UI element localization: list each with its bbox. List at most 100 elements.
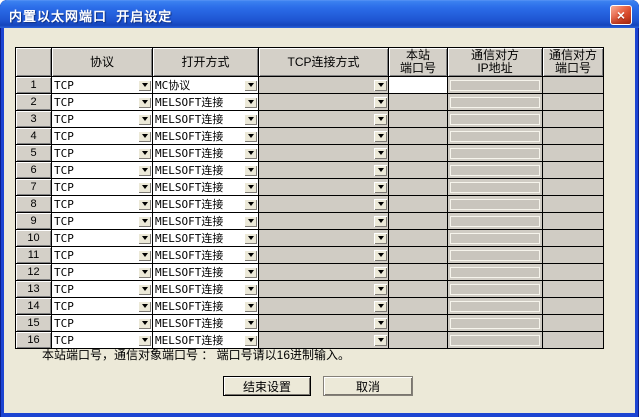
open-method-dropdown-arrow-button[interactable]: [244, 216, 257, 227]
row-number[interactable]: 7: [16, 179, 52, 196]
tcp-connection-dropdown[interactable]: [259, 315, 388, 331]
open-method-dropdown-arrow-button[interactable]: [244, 97, 257, 108]
row-number[interactable]: 14: [16, 298, 52, 315]
protocol-dropdown[interactable]: TCP: [52, 128, 152, 144]
protocol-dropdown-arrow-button[interactable]: [138, 335, 151, 346]
tcp-connection-dropdown[interactable]: [259, 230, 388, 246]
open-method-dropdown-arrow-button[interactable]: [244, 165, 257, 176]
protocol-dropdown[interactable]: TCP: [52, 230, 152, 246]
open-method-dropdown[interactable]: MELSOFT连接: [153, 264, 258, 280]
tcp-connection-dropdown[interactable]: [259, 247, 388, 263]
local-port-field[interactable]: [389, 77, 448, 94]
open-method-dropdown[interactable]: MELSOFT连接: [153, 298, 258, 314]
tcp-connection-dropdown-arrow-button[interactable]: [374, 267, 387, 278]
protocol-dropdown[interactable]: TCP: [52, 315, 152, 331]
protocol-dropdown-arrow-button[interactable]: [138, 233, 151, 244]
tcp-connection-dropdown[interactable]: [259, 264, 388, 280]
cancel-button[interactable]: 取消: [323, 376, 413, 396]
protocol-dropdown-arrow-button[interactable]: [138, 131, 151, 142]
open-method-dropdown-arrow-button[interactable]: [244, 114, 257, 125]
open-method-dropdown-arrow-button[interactable]: [244, 250, 257, 261]
open-method-dropdown[interactable]: MELSOFT连接: [153, 196, 258, 212]
row-number[interactable]: 13: [16, 281, 52, 298]
tcp-connection-dropdown-arrow-button[interactable]: [374, 199, 387, 210]
open-method-dropdown[interactable]: MELSOFT连接: [153, 94, 258, 110]
tcp-connection-dropdown[interactable]: [259, 179, 388, 195]
open-method-dropdown-arrow-button[interactable]: [244, 335, 257, 346]
protocol-dropdown[interactable]: TCP: [52, 179, 152, 195]
tcp-connection-dropdown[interactable]: [259, 298, 388, 314]
tcp-connection-dropdown-arrow-button[interactable]: [374, 301, 387, 312]
protocol-dropdown-arrow-button[interactable]: [138, 216, 151, 227]
open-method-dropdown-arrow-button[interactable]: [244, 148, 257, 159]
row-number[interactable]: 6: [16, 162, 52, 179]
open-method-dropdown[interactable]: MELSOFT连接: [153, 145, 258, 161]
tcp-connection-dropdown-arrow-button[interactable]: [374, 318, 387, 329]
tcp-connection-dropdown-arrow-button[interactable]: [374, 114, 387, 125]
protocol-dropdown[interactable]: TCP: [52, 77, 152, 93]
finish-settings-button[interactable]: 结束设置: [223, 376, 311, 396]
protocol-dropdown-arrow-button[interactable]: [138, 301, 151, 312]
tcp-connection-dropdown-arrow-button[interactable]: [374, 97, 387, 108]
protocol-dropdown-arrow-button[interactable]: [138, 250, 151, 261]
protocol-dropdown-arrow-button[interactable]: [138, 318, 151, 329]
row-number[interactable]: 15: [16, 315, 52, 332]
row-number[interactable]: 1: [16, 77, 52, 94]
protocol-dropdown-arrow-button[interactable]: [138, 182, 151, 193]
tcp-connection-dropdown[interactable]: [259, 162, 388, 178]
row-number[interactable]: 12: [16, 264, 52, 281]
tcp-connection-dropdown-arrow-button[interactable]: [374, 182, 387, 193]
tcp-connection-dropdown[interactable]: [259, 111, 388, 127]
protocol-dropdown[interactable]: TCP: [52, 298, 152, 314]
open-method-dropdown[interactable]: MELSOFT连接: [153, 111, 258, 127]
open-method-dropdown[interactable]: MELSOFT连接: [153, 315, 258, 331]
protocol-dropdown-arrow-button[interactable]: [138, 199, 151, 210]
open-method-dropdown[interactable]: MELSOFT连接: [153, 128, 258, 144]
tcp-connection-dropdown-arrow-button[interactable]: [374, 233, 387, 244]
open-method-dropdown[interactable]: MELSOFT连接: [153, 281, 258, 297]
open-method-dropdown[interactable]: MELSOFT连接: [153, 230, 258, 246]
protocol-dropdown[interactable]: TCP: [52, 162, 152, 178]
row-number[interactable]: 5: [16, 145, 52, 162]
tcp-connection-dropdown-arrow-button[interactable]: [374, 335, 387, 346]
tcp-connection-dropdown-arrow-button[interactable]: [374, 131, 387, 142]
open-method-dropdown[interactable]: MC协议: [153, 77, 258, 93]
protocol-dropdown-arrow-button[interactable]: [138, 165, 151, 176]
tcp-connection-dropdown[interactable]: [259, 213, 388, 229]
open-method-dropdown-arrow-button[interactable]: [244, 233, 257, 244]
protocol-dropdown[interactable]: TCP: [52, 281, 152, 297]
tcp-connection-dropdown[interactable]: [259, 128, 388, 144]
tcp-connection-dropdown-arrow-button[interactable]: [374, 148, 387, 159]
row-number[interactable]: 10: [16, 230, 52, 247]
tcp-connection-dropdown-arrow-button[interactable]: [374, 80, 387, 91]
open-method-dropdown-arrow-button[interactable]: [244, 182, 257, 193]
open-method-dropdown-arrow-button[interactable]: [244, 301, 257, 312]
open-method-dropdown[interactable]: MELSOFT连接: [153, 162, 258, 178]
open-method-dropdown-arrow-button[interactable]: [244, 80, 257, 91]
open-method-dropdown-arrow-button[interactable]: [244, 131, 257, 142]
row-number[interactable]: 11: [16, 247, 52, 264]
tcp-connection-dropdown[interactable]: [259, 281, 388, 297]
row-number[interactable]: 8: [16, 196, 52, 213]
tcp-connection-dropdown[interactable]: [259, 145, 388, 161]
protocol-dropdown[interactable]: TCP: [52, 145, 152, 161]
protocol-dropdown-arrow-button[interactable]: [138, 80, 151, 91]
protocol-dropdown-arrow-button[interactable]: [138, 284, 151, 295]
row-number[interactable]: 2: [16, 94, 52, 111]
open-method-dropdown-arrow-button[interactable]: [244, 284, 257, 295]
open-method-dropdown-arrow-button[interactable]: [244, 199, 257, 210]
row-number[interactable]: 9: [16, 213, 52, 230]
tcp-connection-dropdown[interactable]: [259, 94, 388, 110]
protocol-dropdown[interactable]: TCP: [52, 213, 152, 229]
protocol-dropdown-arrow-button[interactable]: [138, 114, 151, 125]
close-button[interactable]: ×: [610, 5, 632, 25]
open-method-dropdown-arrow-button[interactable]: [244, 267, 257, 278]
protocol-dropdown[interactable]: TCP: [52, 111, 152, 127]
row-number[interactable]: 3: [16, 111, 52, 128]
protocol-dropdown-arrow-button[interactable]: [138, 148, 151, 159]
tcp-connection-dropdown-arrow-button[interactable]: [374, 165, 387, 176]
protocol-dropdown-arrow-button[interactable]: [138, 267, 151, 278]
tcp-connection-dropdown[interactable]: [259, 196, 388, 212]
row-number[interactable]: 4: [16, 128, 52, 145]
open-method-dropdown-arrow-button[interactable]: [244, 318, 257, 329]
